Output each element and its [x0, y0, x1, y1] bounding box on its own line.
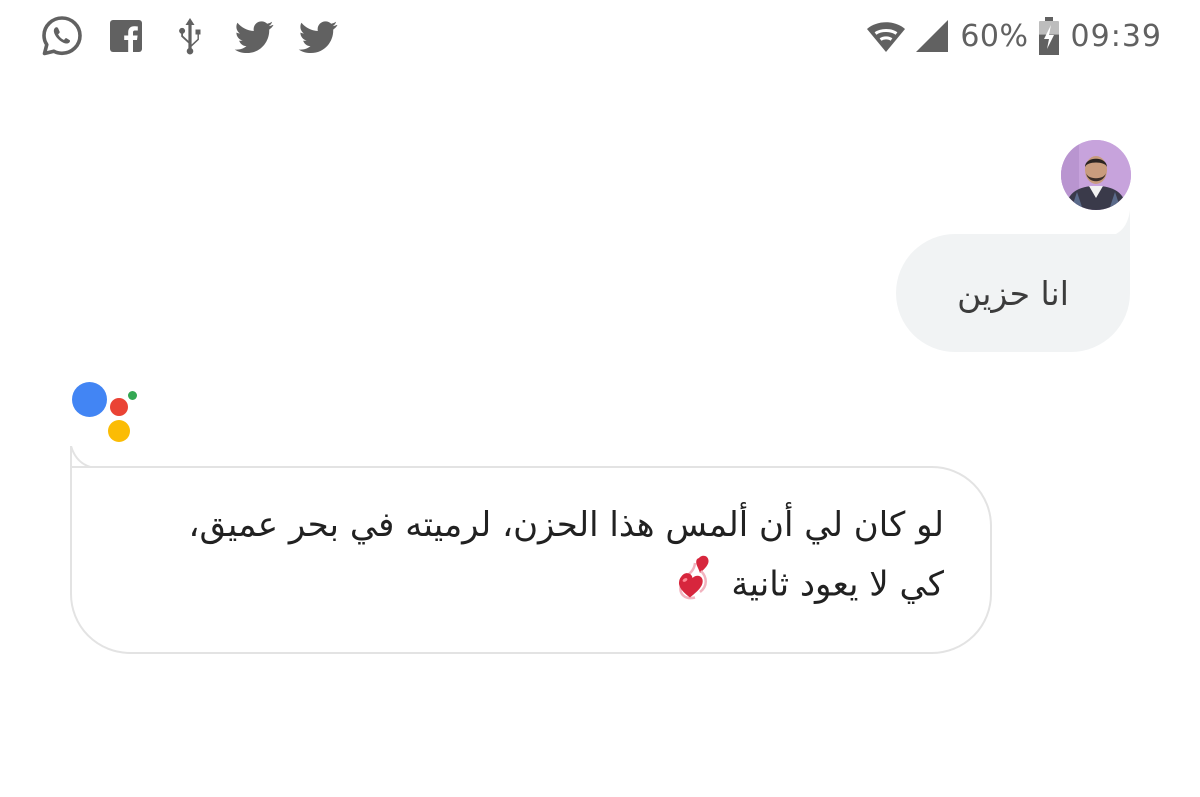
status-bar-notifications: [40, 14, 360, 58]
facebook-icon: [104, 14, 148, 58]
user-avatar[interactable]: [1061, 140, 1131, 210]
user-message-text: انا حزين: [957, 273, 1069, 313]
twitter-icon: [232, 14, 276, 58]
clock: 09:39: [1070, 18, 1162, 54]
battery-charging-icon: [1037, 16, 1061, 56]
assistant-screen: 60% 09:39 انا حزين لو كان لي أن ألمس هذا…: [0, 0, 1200, 797]
assistant-red-dot: [110, 398, 128, 416]
two-hearts-emoji: [673, 554, 717, 618]
status-bar-system: 60% 09:39: [866, 14, 1162, 58]
assistant-blue-dot: [72, 382, 107, 417]
assistant-green-dot: [128, 391, 137, 400]
user-message-bubble: انا حزين: [896, 234, 1130, 352]
google-assistant-icon: [70, 378, 140, 444]
wifi-icon: [866, 19, 906, 53]
whatsapp-icon: [40, 14, 84, 58]
assistant-yellow-dot: [108, 420, 130, 442]
assistant-message-text: لو كان لي أن ألمس هذا الحزن، لرميته في ب…: [188, 505, 945, 605]
usb-icon: [168, 14, 212, 58]
cell-signal-icon: [914, 18, 950, 54]
assistant-message-bubble: لو كان لي أن ألمس هذا الحزن، لرميته في ب…: [70, 466, 992, 654]
user-bubble-tail: [1110, 210, 1130, 236]
battery-percentage: 60%: [960, 18, 1029, 54]
twitter-icon: [296, 14, 340, 58]
assistant-message: لو كان لي أن ألمس هذا الحزن، لرميته في ب…: [142, 496, 945, 618]
